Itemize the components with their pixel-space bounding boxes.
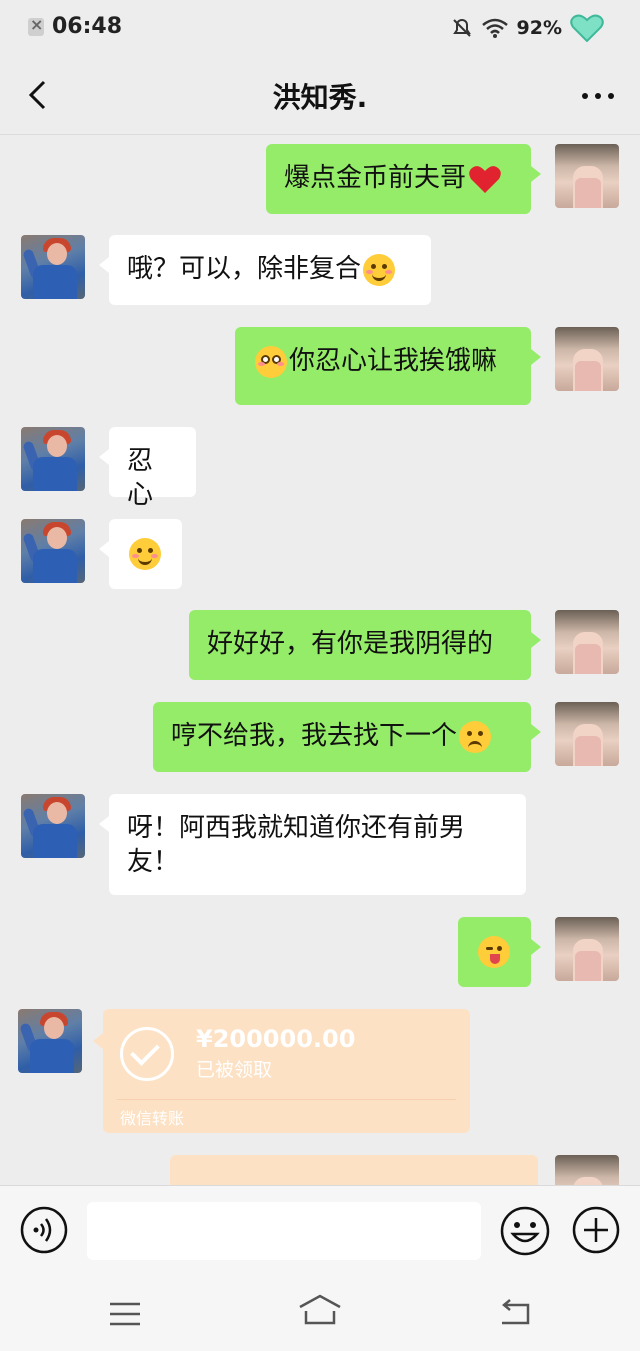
battery-heart-icon — [570, 14, 604, 42]
message-bubble-mine[interactable] — [458, 917, 541, 987]
contact-avatar[interactable] — [21, 519, 85, 583]
check-circle-icon — [120, 1027, 174, 1081]
transfer-amount: ¥200000.00 — [196, 1025, 356, 1053]
my-avatar[interactable] — [555, 610, 619, 674]
message-bubble-other[interactable]: 哦？可以，除非复合 — [99, 235, 431, 305]
my-avatar[interactable] — [555, 1155, 619, 1185]
status-right: 92% — [451, 14, 604, 42]
red-heart-icon — [469, 165, 501, 193]
message-bubble-other[interactable] — [99, 519, 182, 589]
my-avatar[interactable] — [555, 917, 619, 981]
smile-emoji-icon — [129, 537, 161, 570]
transfer-divider — [117, 1099, 456, 1100]
wifi-icon — [481, 18, 508, 38]
status-time: 06:48 — [52, 14, 123, 39]
message-bubble-mine[interactable]: 好好好，有你是我阴得的 — [189, 610, 541, 680]
chat-title: 洪知秀. — [272, 81, 368, 114]
contact-avatar[interactable] — [21, 235, 85, 299]
status-bar: 06:48 92% — [0, 0, 640, 56]
battery-percent: 92% — [516, 17, 562, 39]
transfer-card-partial[interactable] — [170, 1155, 538, 1185]
more-icon[interactable] — [578, 82, 618, 110]
plus-icon[interactable] — [572, 1206, 620, 1254]
message-bubble-other[interactable]: 忍心 — [99, 427, 196, 510]
mute-bell-icon — [452, 18, 471, 37]
chat-header: 洪知秀. — [0, 56, 640, 135]
frown-emoji-icon — [459, 720, 492, 753]
input-bar — [0, 1185, 640, 1276]
message-bubble-mine[interactable]: 爆点金币前夫哥 — [266, 144, 541, 214]
chat-area[interactable]: 爆点金币前夫哥 哦？可以，除非复合 你忍心让我挨饿嘛 忍心 好好好，有你是我阴得… — [0, 135, 640, 1185]
contact-avatar[interactable] — [21, 427, 85, 491]
return-icon[interactable] — [498, 1299, 532, 1327]
wink-tongue-emoji-icon — [478, 935, 510, 968]
contact-avatar[interactable] — [18, 1009, 82, 1073]
message-bubble-other[interactable]: 呀！阿西我就知道你还有前男 友！ — [99, 794, 526, 895]
message-bubble-mine[interactable]: 哼不给我，我去找下一个 — [153, 702, 541, 772]
menu-icon[interactable] — [108, 1301, 142, 1327]
pleading-emoji-icon — [255, 345, 287, 378]
transfer-status: 已被领取 — [196, 1059, 273, 1081]
transfer-card[interactable]: ¥200000.00 已被领取 微信转账 — [93, 1009, 470, 1133]
transfer-label: 微信转账 — [120, 1109, 185, 1128]
voice-icon[interactable] — [20, 1206, 68, 1254]
my-avatar[interactable] — [555, 327, 619, 391]
emoji-icon[interactable] — [500, 1206, 550, 1256]
my-avatar[interactable] — [555, 702, 619, 766]
home-icon[interactable] — [297, 1293, 343, 1327]
notification-icon — [28, 15, 44, 36]
smile-emoji-icon — [363, 253, 396, 286]
message-input[interactable] — [87, 1202, 481, 1260]
status-left: 06:48 — [28, 14, 122, 39]
system-nav-bar — [0, 1275, 640, 1351]
my-avatar[interactable] — [555, 144, 619, 208]
contact-avatar[interactable] — [21, 794, 85, 858]
message-bubble-mine[interactable]: 你忍心让我挨饿嘛 — [235, 327, 541, 405]
